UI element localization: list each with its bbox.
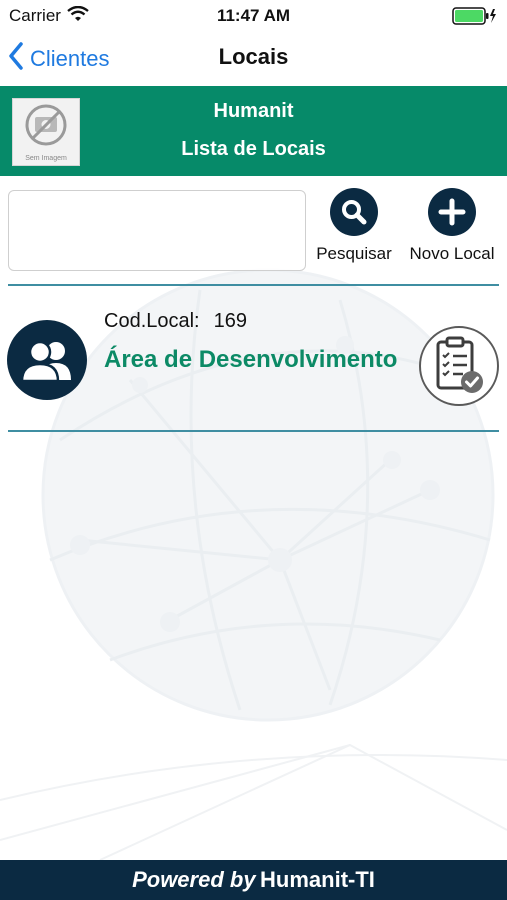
footer: Powered by Humanit-TI [0,860,507,900]
new-location-button[interactable]: Novo Local [402,188,502,264]
checklist-icon [436,336,483,393]
divider [8,284,499,286]
list-item[interactable]: Cod.Local: 169 Área de Desenvolvimento [0,300,507,430]
company-name: Humanit [213,100,294,122]
search-input[interactable] [8,190,306,271]
footer-brand: Humanit-TI [260,867,375,892]
search-button[interactable]: Pesquisar [310,188,398,264]
magnifier-icon [330,188,378,236]
status-time: 11:47 AM [216,6,291,25]
new-location-label: Novo Local [409,244,495,263]
page-title: Locais [218,44,289,69]
company-header: Sem Imagem Humanit Lista de Locais [0,86,507,176]
code-label: Cod.Local: [104,310,200,332]
battery-icon [452,7,498,30]
divider [8,430,499,432]
list-title: Lista de Locais [181,138,326,160]
location-name: Área de Desenvolvimento [104,346,398,373]
footer-prefix: Powered by [132,867,256,892]
search-button-label: Pesquisar [316,244,392,263]
navigation-bar: Clientes Locais [0,30,507,86]
status-bar: Carrier 11:47 AM [0,0,507,30]
users-icon [7,320,87,400]
code-value: 169 [213,310,247,332]
location-code: Cod.Local: 169 [104,310,247,333]
plus-icon [428,188,476,236]
checklist-button[interactable] [419,326,499,406]
